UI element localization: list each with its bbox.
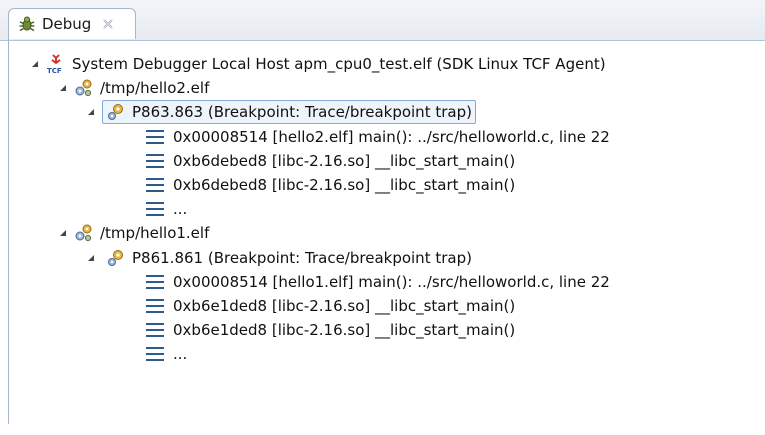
stack-frame-icon (146, 347, 164, 361)
launch-label: System Debugger Local Host apm_cpu0_test… (72, 55, 606, 73)
stack-frame-icon (146, 154, 164, 168)
expanded-twisty-icon[interactable] (30, 59, 40, 69)
stack-frame-icon (146, 299, 164, 313)
stack-frame-label: 0x00008514 [hello2.elf] main(): ../src/h… (173, 128, 610, 146)
tree-item-thread[interactable]: P861.861 (Breakpoint: Trace/breakpoint t… (86, 246, 476, 270)
stack-frame-row[interactable]: 0x00008514 [hello1.elf] main(): ../src/h… (146, 270, 610, 294)
expanded-twisty-icon[interactable] (58, 83, 68, 93)
expanded-twisty-icon[interactable] (86, 107, 96, 117)
stack-frame-row[interactable]: 0xb6e1ded8 [libc-2.16.so] __libc_start_m… (146, 294, 515, 318)
tree-item-process[interactable]: /tmp/hello1.elf (58, 221, 209, 245)
stack-frame-icon (146, 202, 164, 216)
expanded-twisty-icon[interactable] (58, 228, 68, 238)
thread-suspended-icon (106, 248, 126, 268)
stack-frame-row[interactable]: ... (146, 342, 187, 366)
stack-frame-label: 0xb6debed8 [libc-2.16.so] __libc_start_m… (173, 152, 516, 170)
stack-frame-row[interactable]: 0x00008514 [hello2.elf] main(): ../src/h… (146, 125, 610, 149)
tree-item-launch[interactable]: TCF System Debugger Local Host apm_cpu0_… (30, 52, 606, 76)
tab-debug[interactable]: Debug (8, 8, 136, 39)
svg-text:TCF: TCF (47, 67, 62, 74)
stack-frame-row[interactable]: 0xb6debed8 [libc-2.16.so] __libc_start_m… (146, 173, 515, 197)
expanded-twisty-icon[interactable] (86, 253, 96, 263)
stack-frame-icon (146, 323, 164, 337)
tree-item-thread[interactable]: P863.863 (Breakpoint: Trace/breakpoint t… (86, 100, 476, 124)
stack-frame-row[interactable]: ... (146, 197, 187, 221)
view-tab-strip: Debug (0, 0, 765, 41)
process-label: /tmp/hello1.elf (100, 224, 210, 242)
stack-frame-label: 0xb6e1ded8 [libc-2.16.so] __libc_start_m… (173, 297, 516, 315)
stack-frame-label: ... (173, 200, 188, 218)
view-left-border (8, 39, 9, 424)
thread-label: P861.861 (Breakpoint: Trace/breakpoint t… (132, 249, 472, 267)
debug-view: Debug TCF System Debugger Local Host apm… (0, 0, 765, 435)
stack-frame-label: 0xb6debed8 [libc-2.16.so] __libc_start_m… (173, 176, 516, 194)
stack-frame-icon (146, 275, 164, 289)
stack-frame-icon (146, 178, 164, 192)
stack-frame-icon (146, 130, 164, 144)
stack-frame-row[interactable]: 0xb6debed8 [libc-2.16.so] __libc_start_m… (146, 149, 515, 173)
thread-suspended-icon (106, 102, 126, 122)
selected-thread-highlight[interactable]: P863.863 (Breakpoint: Trace/breakpoint t… (102, 100, 476, 124)
tab-debug-label: Debug (42, 15, 92, 33)
stack-frame-label: 0x00008514 [hello1.elf] main(): ../src/h… (173, 273, 610, 291)
thread-item[interactable]: P861.861 (Breakpoint: Trace/breakpoint t… (102, 247, 476, 269)
tree-item-process[interactable]: /tmp/hello2.elf (58, 76, 209, 100)
stack-frame-label: ... (173, 345, 188, 363)
thread-label: P863.863 (Breakpoint: Trace/breakpoint t… (132, 103, 472, 121)
tcf-launch-icon: TCF (46, 54, 66, 74)
close-icon[interactable] (101, 17, 115, 31)
debug-bug-icon (17, 14, 37, 34)
stack-frame-row[interactable]: 0xb6e1ded8 [libc-2.16.so] __libc_start_m… (146, 318, 515, 342)
process-gears-icon (74, 78, 94, 98)
stack-frame-label: 0xb6e1ded8 [libc-2.16.so] __libc_start_m… (173, 321, 516, 339)
process-gears-icon (74, 223, 94, 243)
process-label: /tmp/hello2.elf (100, 79, 210, 97)
